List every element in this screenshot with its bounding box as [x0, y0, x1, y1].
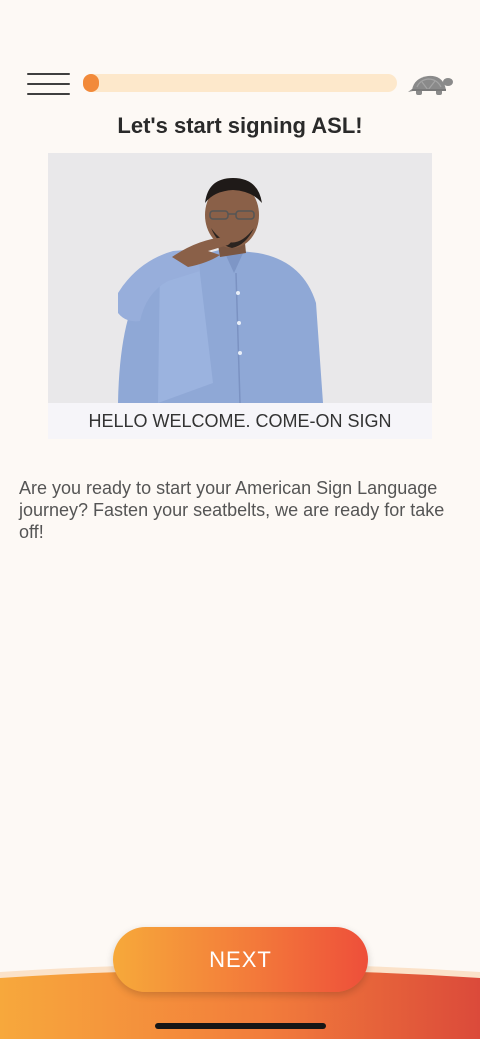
menu-line [27, 93, 70, 95]
next-button[interactable]: NEXT [113, 927, 368, 992]
menu-line [27, 83, 70, 85]
menu-line [27, 73, 70, 75]
video-caption: HELLO WELCOME. COME-ON SIGN [48, 403, 432, 439]
sign-video[interactable]: HELLO WELCOME. COME-ON SIGN [48, 153, 432, 439]
page-title: Let's start signing ASL! [117, 113, 363, 138]
screen: Let's start signing ASL! HELLO WELCOME. … [0, 0, 480, 1039]
signer-illustration [118, 178, 323, 404]
progress-fill [83, 74, 99, 92]
turtle-icon[interactable] [408, 70, 454, 100]
home-indicator[interactable] [155, 1023, 326, 1029]
intro-description: Are you ready to start your American Sig… [19, 478, 445, 542]
lesson-progress-bar [83, 74, 397, 92]
hamburger-menu-icon[interactable] [27, 73, 70, 95]
